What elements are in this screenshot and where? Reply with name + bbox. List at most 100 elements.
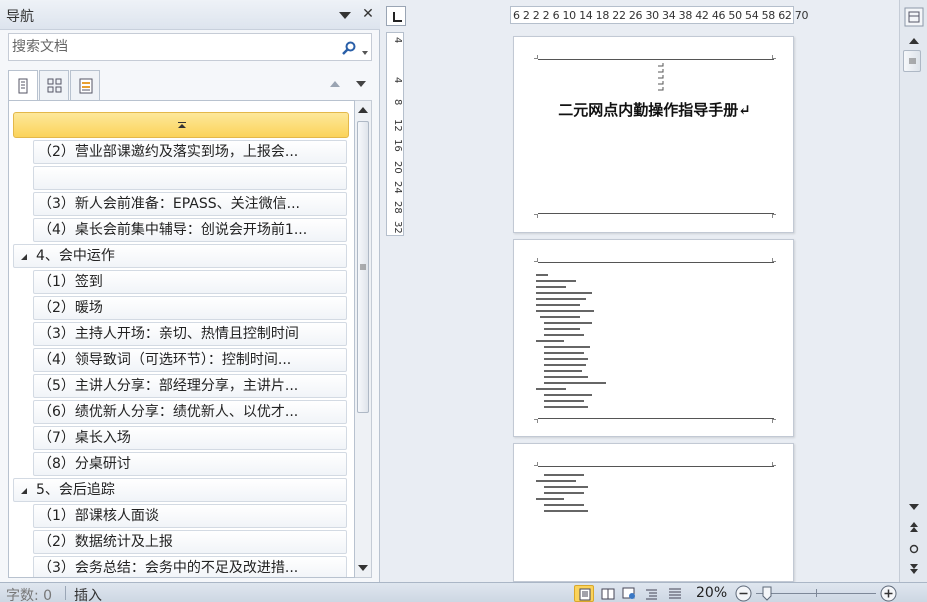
expanded-triangle-icon[interactable] [20, 253, 28, 261]
tree-subheading[interactable]: （5）主讲人分享：部经理分享，主讲片... [33, 374, 347, 398]
zoom-slider-thumb[interactable] [762, 586, 772, 601]
tab-headings[interactable] [8, 70, 38, 101]
toc-line [544, 406, 588, 408]
tree-item-label: （5）主讲人分享：部经理分享，主讲片... [38, 378, 299, 394]
toc-line [536, 298, 586, 300]
web-layout-button[interactable] [619, 585, 639, 602]
search-icon[interactable] [341, 40, 357, 56]
vertical-ruler[interactable]: 4 4 8 12 16 20 24 28 32 [386, 32, 404, 236]
toc-line [544, 322, 592, 324]
pane-options-icon[interactable] [337, 7, 353, 23]
page-2[interactable] [513, 239, 794, 437]
scroll-down-icon[interactable] [355, 559, 371, 577]
toc-line [536, 310, 594, 312]
document-scrollbar[interactable] [899, 0, 927, 582]
tab-pages[interactable] [39, 70, 69, 100]
tree-scrollbar[interactable] [355, 100, 372, 578]
print-layout-button[interactable] [574, 585, 594, 602]
scroll-up-icon[interactable] [355, 101, 371, 119]
toc-line [544, 334, 584, 336]
draft-view-button[interactable] [665, 585, 685, 602]
tree-subheading[interactable]: （1）部课核人面谈 [33, 504, 347, 528]
toc-line [544, 352, 584, 354]
tree-subheading[interactable]: （3）会务总结：会务中的不足及改进措... [33, 556, 347, 577]
toc-line [544, 376, 588, 378]
toc-line [544, 370, 582, 372]
toc-line [536, 286, 566, 288]
search-input[interactable] [9, 34, 329, 60]
tab-stop-selector[interactable] [386, 6, 406, 26]
zoom-in-icon[interactable] [880, 585, 897, 602]
toc-line [536, 388, 566, 390]
tab-results[interactable] [70, 70, 100, 100]
tree-subheading[interactable]: （2）营业部课邀约及落实到场，上报会... [33, 140, 347, 164]
document-title: 二元网点内勤操作指导手册↵ [558, 101, 751, 119]
view-ruler-icon[interactable] [903, 6, 925, 28]
horizontal-ruler[interactable]: 6 2 2 2 6 10 14 18 22 26 30 34 38 42 46 … [510, 6, 808, 24]
page-1[interactable]: 二元网点内勤操作指导手册↵ [513, 36, 794, 233]
header-line [538, 466, 774, 467]
toc-line [536, 340, 564, 342]
crop-mark [534, 214, 538, 218]
tree-subheading[interactable]: （7）桌长入场 [33, 426, 347, 450]
paragraph-marks [658, 63, 664, 91]
collapse-all-button[interactable] [13, 112, 349, 138]
tree-heading[interactable]: 4、会中运作 [13, 244, 347, 268]
close-icon[interactable]: ✕ [360, 5, 376, 23]
zoom-out-icon[interactable] [735, 585, 752, 602]
document-scroll-thumb[interactable] [903, 50, 921, 72]
insert-mode[interactable]: 插入 [74, 585, 102, 602]
scroll-up-icon[interactable] [906, 34, 922, 48]
tree-subheading[interactable]: （2）暖场 [33, 296, 347, 320]
body-line [536, 480, 576, 482]
tree-item-label: （8）分桌研讨 [38, 456, 131, 472]
tree-subheading[interactable]: （3）新人会前准备：EPASS、关注微信... [33, 192, 347, 216]
reading-icon [601, 588, 615, 600]
tree-item-label: （4）领导致词（可选环节）：控制时间... [38, 352, 292, 368]
toc-line [544, 364, 586, 366]
crop-mark [772, 258, 776, 262]
tree-subheading[interactable]: （4）领导致词（可选环节）：控制时间... [33, 348, 347, 372]
crop-mark [534, 55, 538, 59]
tree-subheading[interactable]: （3）主持人开场：亲切、热情且控制时间 [33, 322, 347, 346]
heading-tree: （2）营业部课邀约及落实到场，上报会... （3）新人会前准备：EPASS、关注微… [8, 100, 355, 578]
body-line [544, 504, 584, 506]
toc-line [536, 274, 548, 276]
vertical-ruler-number: 32 [392, 221, 403, 234]
scroll-down-icon[interactable] [906, 500, 922, 514]
previous-result-icon[interactable] [328, 78, 342, 90]
search-options-icon[interactable] [361, 45, 369, 55]
tree-subheading[interactable]: （2）数据统计及上报 [33, 530, 347, 554]
outline-icon [646, 589, 657, 600]
tree-subheading[interactable]: （1）签到 [33, 270, 347, 294]
zoom-level[interactable]: 20% [696, 585, 727, 601]
next-page-icon[interactable] [906, 562, 922, 576]
left-tab-icon [393, 12, 402, 22]
outline-view-button[interactable] [642, 585, 662, 602]
word-count[interactable]: 字数: 0 [6, 585, 52, 602]
nav-header: 导航 ✕ [0, 0, 380, 30]
tree-scroll-thumb[interactable] [357, 121, 369, 413]
crop-mark [534, 462, 538, 466]
toc-line [536, 292, 592, 294]
crop-mark [772, 462, 776, 466]
tree-item-label: （7）桌长入场 [38, 430, 131, 446]
tree-heading[interactable]: 5、会后追踪 [13, 478, 347, 502]
tree-subheading[interactable]: （4）桌长会前集中辅导：创说会开场前1... [33, 218, 347, 242]
page-3[interactable] [513, 443, 794, 582]
browse-object-icon[interactable] [906, 542, 922, 556]
vertical-ruler-number: 20 [392, 161, 403, 174]
tree-subheading[interactable]: （6）绩优新人分享：绩优新人、以优才... [33, 400, 347, 424]
tree-subheading[interactable] [33, 166, 347, 190]
crop-mark [534, 258, 538, 262]
print-layout-icon [579, 588, 591, 601]
headings-icon [18, 78, 28, 94]
next-result-icon[interactable] [354, 78, 368, 90]
navigation-pane: 导航 ✕ （2）营业部课邀 [0, 0, 380, 582]
crop-mark [772, 214, 776, 218]
full-screen-reading-button[interactable] [598, 585, 618, 602]
expanded-triangle-icon[interactable] [20, 487, 28, 495]
previous-page-icon[interactable] [906, 520, 922, 534]
horizontal-ruler-numbers: 6 2 2 2 6 10 14 18 22 26 30 34 38 42 46 … [513, 9, 809, 22]
tree-subheading[interactable]: （8）分桌研讨 [33, 452, 347, 476]
